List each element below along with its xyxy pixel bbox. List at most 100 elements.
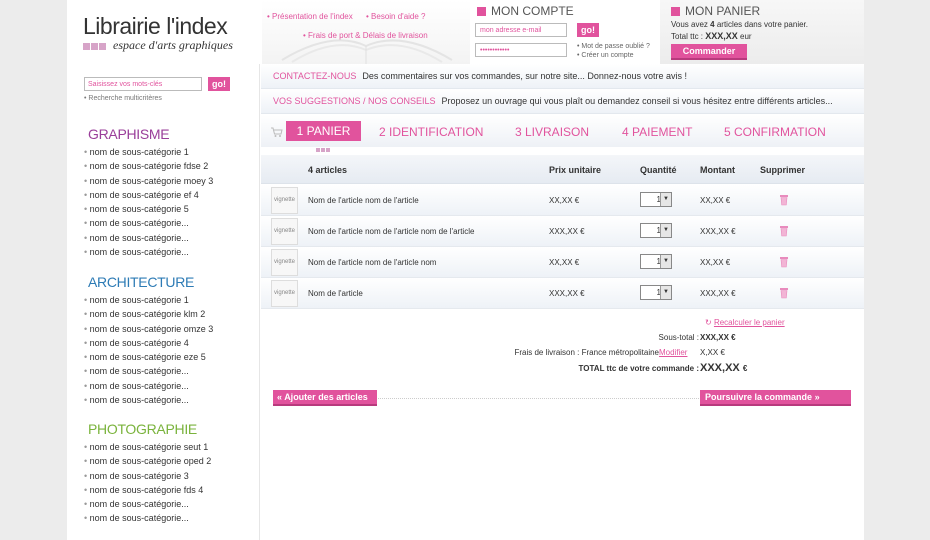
article-amount: XX,XX €: [700, 258, 731, 267]
email-field[interactable]: mon adresse e-mail: [475, 23, 567, 37]
list-item[interactable]: nom de sous-catégorie...: [84, 393, 213, 407]
link-frais[interactable]: • Frais de port & Délais de livraison: [303, 31, 428, 40]
forgot-password-link[interactable]: • Mot de passe oublié ?: [577, 43, 650, 50]
step-livraison[interactable]: 3 LIVRAISON: [515, 125, 589, 139]
account-title: MON COMPTE: [477, 4, 574, 18]
create-account-link[interactable]: • Créer un compte: [577, 52, 634, 59]
list-item[interactable]: nom de sous-catégorie 1: [84, 145, 213, 159]
article-thumbnail[interactable]: vignette: [271, 218, 298, 245]
list-item[interactable]: nom de sous-catégorie...: [84, 379, 213, 393]
step-identification[interactable]: 2 IDENTIFICATION: [379, 125, 483, 139]
continue-order-button[interactable]: Poursuivre la commande »: [700, 390, 851, 406]
table-row: vignette Nom de l'article nom de l'artic…: [261, 216, 864, 247]
article-price: XX,XX €: [549, 258, 580, 267]
table-row: vignette Nom de l'article nom de l'artic…: [261, 185, 864, 216]
list-item[interactable]: nom de sous-catégorie...: [84, 511, 211, 525]
shipping-modify-link[interactable]: Modifier: [659, 348, 687, 357]
shipping-value: X,XX €: [700, 348, 725, 357]
article-price: XXX,XX €: [549, 227, 585, 236]
col-articles: 4 articles: [308, 165, 348, 175]
search-go-button[interactable]: go!: [208, 77, 230, 91]
step-paiement[interactable]: 4 PAIEMENT: [622, 125, 692, 139]
category-title-architecture[interactable]: ARCHITECTURE: [88, 274, 194, 290]
page: Librairie l'index espace d'arts graphiqu…: [67, 0, 864, 540]
category-title-photographie[interactable]: PHOTOGRAPHIE: [88, 421, 197, 437]
col-montant: Montant: [700, 165, 735, 175]
chevron-down-icon: ▼: [660, 224, 671, 237]
category-title-graphisme[interactable]: GRAPHISME: [88, 126, 170, 142]
link-aide[interactable]: • Besoin d'aide ?: [366, 12, 426, 21]
password-field[interactable]: ••••••••••••: [475, 43, 567, 57]
list-item[interactable]: nom de sous-catégorie...: [84, 364, 213, 378]
chevron-down-icon: ▼: [660, 193, 671, 206]
list-item[interactable]: nom de sous-catégorie...: [84, 245, 213, 259]
basket-summary: Vous avez 4 articles dans votre panier.: [671, 20, 809, 29]
list-item[interactable]: nom de sous-catégorie seut 1: [84, 440, 211, 454]
square-icon: [477, 7, 486, 16]
article-name[interactable]: Nom de l'article nom de l'article nom: [308, 258, 436, 267]
article-name[interactable]: Nom de l'article: [308, 289, 363, 298]
trash-icon[interactable]: [779, 194, 789, 206]
step-indicator-dots: [316, 144, 331, 154]
link-presentation[interactable]: • Présentation de l'index: [267, 12, 353, 21]
list-item[interactable]: nom de sous-catégorie fdse 2: [84, 159, 213, 173]
recalculate-link[interactable]: ↻ Recalculer le panier: [705, 318, 785, 327]
article-thumbnail[interactable]: vignette: [271, 249, 298, 276]
search-input[interactable]: Saisissez vos mots-clés: [84, 77, 202, 91]
list-item[interactable]: nom de sous-catégorie 4: [84, 336, 213, 350]
list-item[interactable]: nom de sous-catégorie moey 3: [84, 174, 214, 188]
chevron-down-icon: ▼: [660, 255, 671, 268]
list-item[interactable]: nom de sous-catégorie oped 2: [84, 454, 212, 468]
col-supprimer: Supprimer: [760, 165, 806, 175]
order-button[interactable]: Commander: [671, 44, 747, 60]
article-amount: XXX,XX €: [700, 227, 736, 236]
suggestions-bar: VOS SUGGESTIONS / NOS CONSEILS Proposez u…: [261, 89, 864, 114]
logo-title[interactable]: Librairie l'index: [83, 13, 228, 40]
list-item[interactable]: nom de sous-catégorie...: [84, 216, 213, 230]
article-name[interactable]: Nom de l'article nom de l'article: [308, 196, 419, 205]
quantity-select[interactable]: 1 ▼: [640, 192, 672, 207]
subtotal-label: Sous-total :: [658, 333, 699, 342]
col-quantite: Quantité: [640, 165, 677, 175]
list-item[interactable]: nom de sous-catégorie klm 2: [84, 307, 213, 321]
category-list-graphisme: nom de sous-catégorie 1 nom de sous-caté…: [84, 145, 214, 259]
total-label: TOTAL ttc de votre commande :: [578, 364, 699, 373]
list-item[interactable]: nom de sous-catégorie...: [84, 497, 211, 511]
list-item[interactable]: nom de sous-catégorie 5: [84, 202, 213, 216]
list-item[interactable]: nom de sous-catégorie 3: [84, 469, 211, 483]
quantity-select[interactable]: 1 ▼: [640, 223, 672, 238]
trash-icon[interactable]: [779, 225, 789, 237]
list-item[interactable]: nom de sous-catégorie fds 4: [84, 483, 211, 497]
col-prix: Prix unitaire: [549, 165, 602, 175]
double-chevron-left-icon: «: [277, 392, 283, 402]
trash-icon[interactable]: [779, 287, 789, 299]
cart-icon: [271, 127, 283, 137]
chevron-down-icon: ▼: [660, 286, 671, 299]
list-item[interactable]: nom de sous-catégorie omze 3: [84, 322, 214, 336]
checkout-steps: 1 PANIER 2 IDENTIFICATION 3 LIVRAISON 4 …: [261, 115, 864, 152]
logo-squares-icon: [83, 41, 107, 51]
article-amount: XX,XX €: [700, 196, 731, 205]
trash-icon[interactable]: [779, 256, 789, 268]
list-item[interactable]: nom de sous-catégorie eze 5: [84, 350, 213, 364]
step-panier[interactable]: 1 PANIER: [286, 121, 361, 141]
article-thumbnail[interactable]: vignette: [271, 280, 298, 307]
suggestions-link[interactable]: VOS SUGGESTIONS / NOS CONSEILS: [273, 96, 436, 106]
quantity-select[interactable]: 1 ▼: [640, 285, 672, 300]
quantity-select[interactable]: 1 ▼: [640, 254, 672, 269]
login-go-button[interactable]: go!: [577, 23, 599, 37]
add-articles-button[interactable]: « Ajouter des articles: [273, 390, 377, 406]
advanced-search-link[interactable]: • Recherche multicritères: [84, 95, 162, 102]
article-thumbnail[interactable]: vignette: [271, 187, 298, 214]
basket-title: MON PANIER: [671, 4, 760, 18]
contact-link[interactable]: CONTACTEZ-NOUS: [273, 71, 356, 81]
cart-table-header: 4 articles Prix unitaire Quantité Montan…: [261, 155, 864, 184]
article-name[interactable]: Nom de l'article nom de l'article nom de…: [308, 227, 474, 236]
list-item[interactable]: nom de sous-catégorie...: [84, 231, 213, 245]
list-item[interactable]: nom de sous-catégorie 1: [84, 293, 213, 307]
list-item[interactable]: nom de sous-catégorie ef 4: [84, 188, 213, 202]
table-row: vignette Nom de l'article XXX,XX € 1 ▼ XX…: [261, 278, 864, 309]
total-value: XXX,XX €: [700, 362, 748, 374]
basket-total: Total ttc : XXX,XX eur: [671, 31, 752, 41]
step-confirmation[interactable]: 5 CONFIRMATION: [724, 125, 826, 139]
